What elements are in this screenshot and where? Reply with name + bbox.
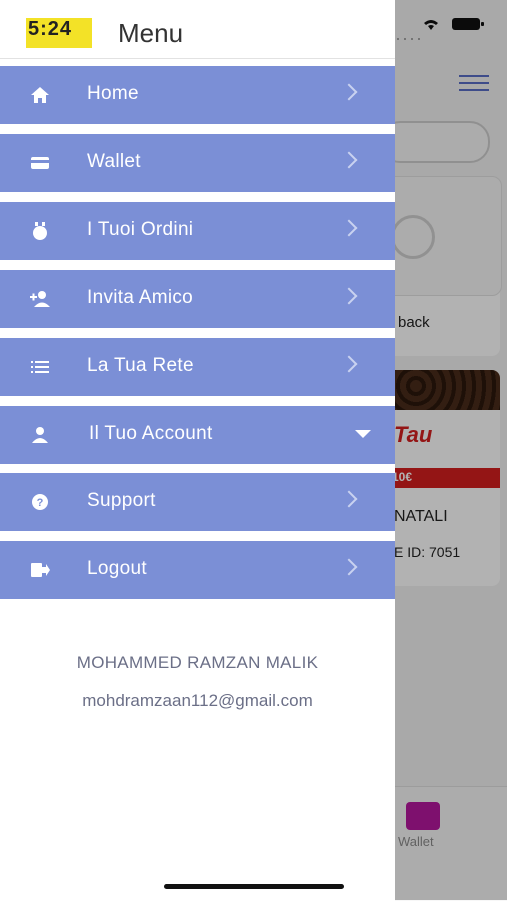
chevron-right-icon (340, 83, 358, 101)
menu-item-label: Invita Amico (87, 287, 194, 308)
menu-item-network[interactable]: La Tua Rete (0, 338, 395, 396)
header-divider (0, 58, 395, 59)
user-email: mohdramzaan112@gmail.com (82, 691, 313, 710)
chevron-right-icon (340, 151, 358, 169)
person-icon (28, 424, 52, 446)
menu-item-label: I Tuoi Ordini (87, 219, 194, 240)
menu-item-wallet[interactable]: Wallet (0, 134, 395, 192)
orders-icon (28, 220, 52, 242)
menu-item-label: Logout (87, 558, 147, 579)
menu-item-label: La Tua Rete (87, 355, 194, 376)
menu-item-account[interactable]: Il Tuo Account (0, 406, 395, 464)
card-icon (28, 152, 52, 174)
chevron-right-icon (340, 219, 358, 237)
menu-item-label: Home (87, 83, 139, 104)
chevron-right-icon (340, 355, 358, 373)
home-icon (28, 84, 52, 106)
menu-item-home[interactable]: Home (0, 66, 395, 124)
menu-item-label: Support (87, 490, 156, 511)
menu-item-logout[interactable]: Logout (0, 541, 395, 599)
menu-item-orders[interactable]: I Tuoi Ordini (0, 202, 395, 260)
side-drawer: 5:24 Menu Home Wallet I Tuoi Ordini Invi… (0, 0, 395, 900)
chevron-right-icon (340, 558, 358, 576)
menu-item-invite-friend[interactable]: Invita Amico (0, 270, 395, 328)
add-person-icon (28, 288, 52, 310)
svg-text:?: ? (37, 497, 44, 509)
menu-title: Menu (118, 18, 184, 48)
home-indicator (164, 884, 344, 889)
chevron-right-icon (340, 287, 358, 305)
overlay-dim[interactable] (395, 0, 507, 900)
list-icon (28, 356, 52, 378)
logout-icon (28, 559, 52, 581)
caret-down-icon[interactable] (355, 430, 371, 438)
help-icon: ? (28, 491, 52, 513)
menu-item-support[interactable]: ? Support (0, 473, 395, 531)
logo-text: 5:24 (28, 18, 73, 40)
menu-item-label: Wallet (87, 151, 141, 172)
user-name: MOHAMMED RAMZAN MALIK (76, 653, 319, 672)
menu-item-label: Il Tuo Account (89, 423, 213, 444)
chevron-right-icon (340, 490, 358, 508)
